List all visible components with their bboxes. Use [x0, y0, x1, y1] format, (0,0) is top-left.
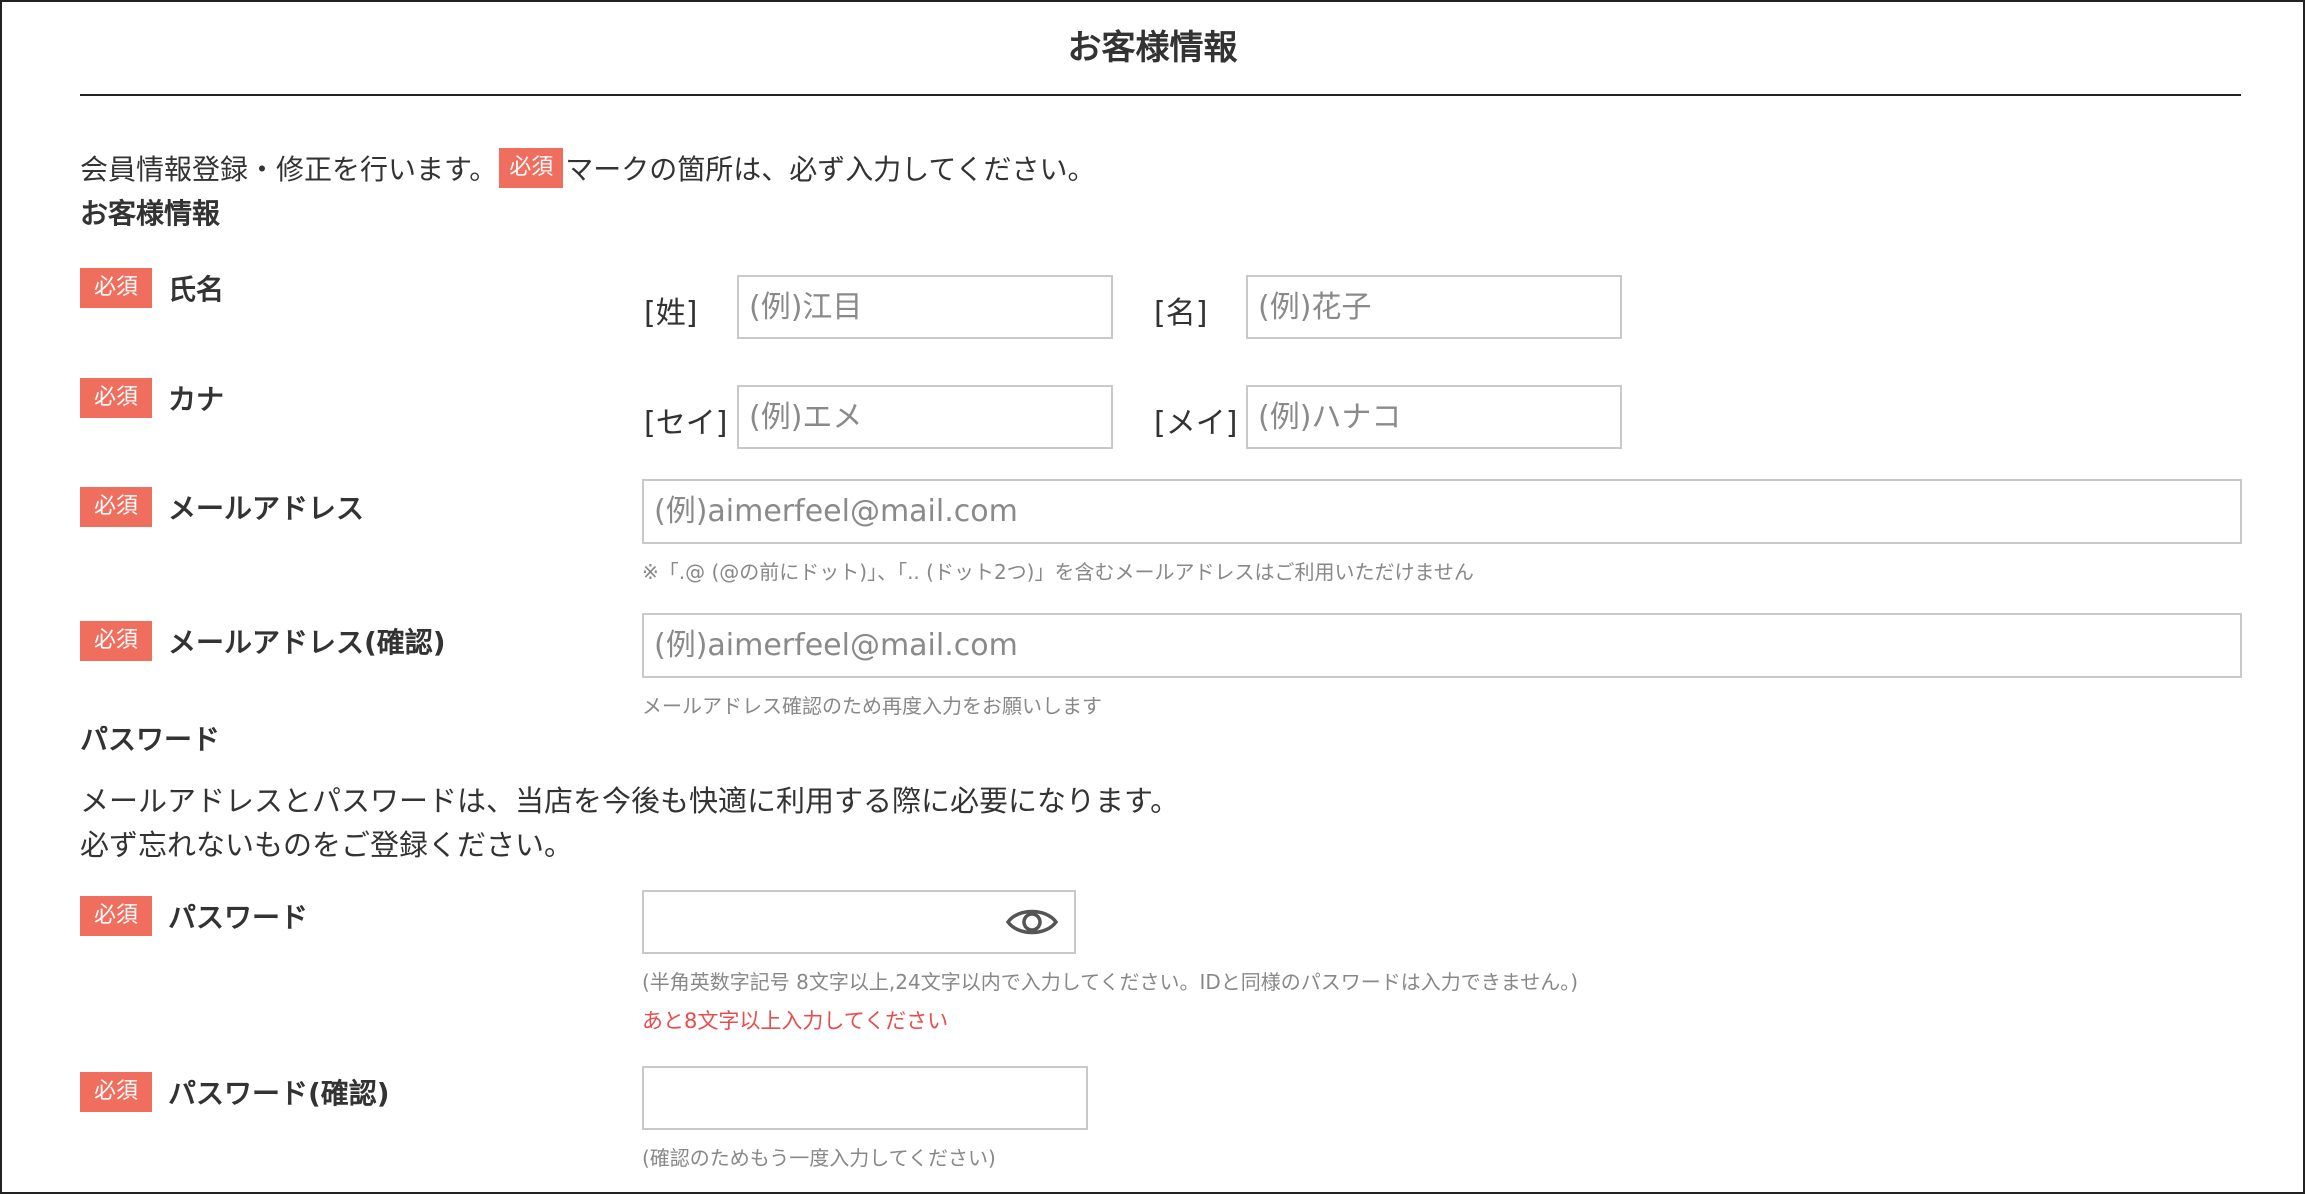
- email-note: ※「.@ (@の前にドット)」、「.. (ドット2つ)」を含むメールアドレスはご…: [642, 560, 1474, 584]
- last-kana-prefix: [セイ]: [644, 406, 728, 441]
- kana-row-label: 必須 カナ: [80, 378, 224, 418]
- password-row-label: 必須 パスワード: [80, 896, 308, 936]
- section-heading-password: パスワード: [80, 723, 221, 756]
- title-divider: [80, 94, 2241, 96]
- email-confirm-row-label: 必須 メールアドレス(確認): [80, 621, 446, 661]
- name-label: 氏名: [168, 273, 225, 306]
- email-label: メールアドレス: [168, 492, 365, 525]
- first-kana-prefix: [メイ]: [1154, 406, 1238, 441]
- email-confirm-note: メールアドレス確認のため再度入力をお願いします: [642, 694, 1102, 718]
- last-name-input[interactable]: [737, 275, 1113, 339]
- password-confirm-label: パスワード(確認): [168, 1077, 390, 1110]
- password-intro-line2: 必ず忘れないものをご登録ください。: [80, 828, 574, 862]
- required-badge: 必須: [80, 378, 152, 418]
- page-frame: お客様情報 会員情報登録・修正を行います。 必須 マークの箇所は、必ず入力してく…: [0, 0, 2305, 1194]
- email-confirm-label: メールアドレス(確認): [168, 626, 446, 659]
- required-badge: 必須: [80, 896, 152, 936]
- required-badge-sample: 必須: [499, 148, 564, 188]
- first-kana-input[interactable]: [1246, 385, 1622, 449]
- password-error: あと8文字以上入力してください: [642, 1009, 949, 1033]
- kana-label: カナ: [168, 383, 225, 416]
- required-badge: 必須: [80, 487, 152, 527]
- password-confirm-row-label: 必須 パスワード(確認): [80, 1072, 390, 1112]
- intro-text-before: 会員情報登録・修正を行います。: [80, 153, 498, 186]
- password-confirm-input[interactable]: [642, 1066, 1088, 1130]
- password-confirm-note: (確認のためもう一度入力してください): [642, 1146, 996, 1170]
- page-title: お客様情報: [1067, 28, 1238, 68]
- email-confirm-input[interactable]: [642, 613, 2242, 678]
- required-badge: 必須: [80, 268, 152, 308]
- intro-text: 会員情報登録・修正を行います。 必須 マークの箇所は、必ず入力してください。: [80, 148, 1096, 188]
- first-name-prefix: [名]: [1154, 296, 1208, 331]
- email-row-label: 必須 メールアドレス: [80, 487, 364, 527]
- first-name-input[interactable]: [1246, 275, 1622, 339]
- password-label: パスワード: [168, 901, 309, 934]
- eye-icon[interactable]: [1004, 902, 1060, 942]
- password-note: (半角英数字記号 8文字以上,24文字以内で入力してください。IDと同様のパスワ…: [642, 970, 1578, 994]
- name-row-label: 必須 氏名: [80, 268, 224, 308]
- password-intro-line1: メールアドレスとパスワードは、当店を今後も快適に利用する際に必要になります。: [80, 784, 1180, 818]
- required-badge: 必須: [80, 621, 152, 661]
- last-name-prefix: [姓]: [644, 296, 698, 331]
- last-kana-input[interactable]: [737, 385, 1113, 449]
- intro-text-after: マークの箇所は、必ず入力してください。: [565, 153, 1096, 186]
- section-heading-customer: お客様情報: [80, 197, 221, 230]
- email-input[interactable]: [642, 479, 2242, 544]
- required-badge: 必須: [80, 1072, 152, 1112]
